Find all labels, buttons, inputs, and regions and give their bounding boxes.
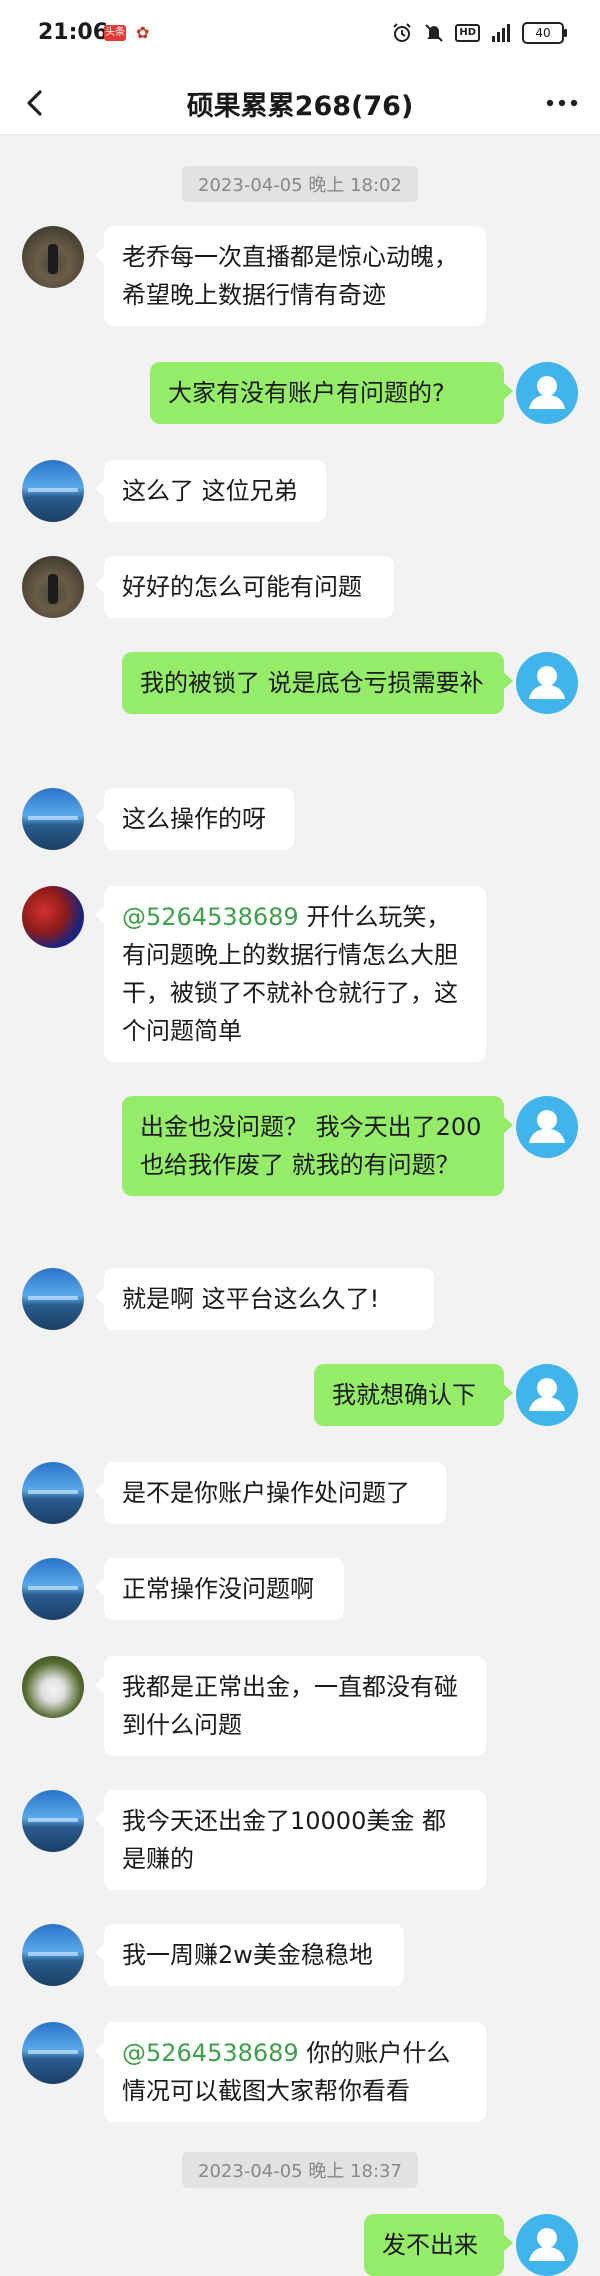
mute-icon bbox=[425, 24, 444, 42]
signal-icon bbox=[492, 24, 510, 42]
alarm-icon bbox=[393, 23, 412, 42]
avatar[interactable] bbox=[22, 556, 84, 618]
avatar[interactable] bbox=[22, 1656, 84, 1718]
avatar[interactable] bbox=[516, 362, 578, 424]
timestamp: 2023-04-05 晚上 18:37 bbox=[182, 2152, 418, 2188]
mention-link[interactable]: @5264538689 bbox=[122, 903, 299, 931]
message-bubble[interactable]: @5264538689 开什么玩笑，有问题晚上的数据行情怎么大胆干，被锁了不就补… bbox=[95, 886, 486, 1062]
timestamp: 2023-04-05 晚上 18:02 bbox=[182, 166, 418, 202]
nav-bar: 硕果累累268(76) bbox=[0, 72, 600, 135]
status-right-icons: HD 40 bbox=[391, 22, 567, 44]
message-bubble[interactable]: @5264538689 你的账户什么情况可以截图大家帮你看看 bbox=[95, 2022, 486, 2122]
message-bubble[interactable]: 老乔每一次直播都是惊心动魄，希望晚上数据行情有奇迹 bbox=[95, 226, 486, 326]
avatar[interactable] bbox=[22, 1462, 84, 1524]
avatar[interactable] bbox=[516, 652, 578, 714]
message-bubble[interactable]: 我都是正常出金，一直都没有碰到什么问题 bbox=[95, 1656, 486, 1756]
message-bubble[interactable]: 好好的怎么可能有问题 bbox=[95, 556, 394, 618]
chat-title: 硕果累累268(76) bbox=[186, 91, 414, 122]
user-silhouette-icon bbox=[529, 2228, 565, 2261]
avatar[interactable] bbox=[22, 886, 84, 948]
avatar[interactable] bbox=[516, 1096, 578, 1158]
app-notification-icon: ✿ bbox=[136, 23, 150, 42]
message-bubble[interactable]: 出金也没问题？ 我今天出了200也给我作废了 就我的有问题？ bbox=[122, 1096, 513, 1196]
message-bubble[interactable]: 这么了 这位兄弟 bbox=[95, 460, 326, 522]
message-bubble[interactable]: 我就想确认下 bbox=[314, 1364, 513, 1426]
avatar[interactable] bbox=[22, 460, 84, 522]
hd-icon: HD bbox=[455, 24, 480, 42]
status-left-icons: 头条 ✿ bbox=[104, 24, 154, 42]
message-bubble[interactable]: 就是啊 这平台这么久了! bbox=[95, 1268, 434, 1330]
avatar[interactable] bbox=[516, 1364, 578, 1426]
status-bar: 21:06 头条 ✿ HD 40 bbox=[0, 0, 600, 72]
battery-icon: 40 bbox=[522, 22, 567, 44]
user-silhouette-icon bbox=[529, 666, 565, 699]
message-bubble[interactable]: 正常操作没问题啊 bbox=[95, 1558, 344, 1620]
user-silhouette-icon bbox=[529, 1378, 565, 1411]
mention-link[interactable]: @5264538689 bbox=[122, 2039, 299, 2067]
message-bubble[interactable]: 我一周赚2w美金稳稳地 bbox=[95, 1924, 404, 1986]
message-bubble[interactable]: 这么操作的呀 bbox=[95, 788, 294, 850]
message-bubble[interactable]: 发不出来 bbox=[364, 2214, 513, 2276]
avatar[interactable] bbox=[516, 2214, 578, 2276]
avatar[interactable] bbox=[22, 2022, 84, 2084]
avatar[interactable] bbox=[22, 1924, 84, 1986]
user-silhouette-icon bbox=[529, 1110, 565, 1143]
toutiao-badge-icon: 头条 bbox=[104, 25, 126, 41]
avatar[interactable] bbox=[22, 1790, 84, 1852]
message-bubble[interactable]: 大家有没有账户有问题的? bbox=[150, 362, 513, 424]
avatar[interactable] bbox=[22, 1268, 84, 1330]
status-time: 21:06 bbox=[38, 20, 109, 45]
avatar[interactable] bbox=[22, 1558, 84, 1620]
more-options-icon[interactable] bbox=[542, 85, 582, 121]
message-bubble[interactable]: 是不是你账户操作处问题了 bbox=[95, 1462, 446, 1524]
avatar[interactable] bbox=[22, 788, 84, 850]
user-silhouette-icon bbox=[529, 376, 565, 409]
message-bubble[interactable]: 我今天还出金了10000美金 都是赚的 bbox=[95, 1790, 486, 1890]
message-bubble[interactable]: 我的被锁了 说是底仓亏损需要补 bbox=[122, 652, 513, 714]
avatar[interactable] bbox=[22, 226, 84, 288]
